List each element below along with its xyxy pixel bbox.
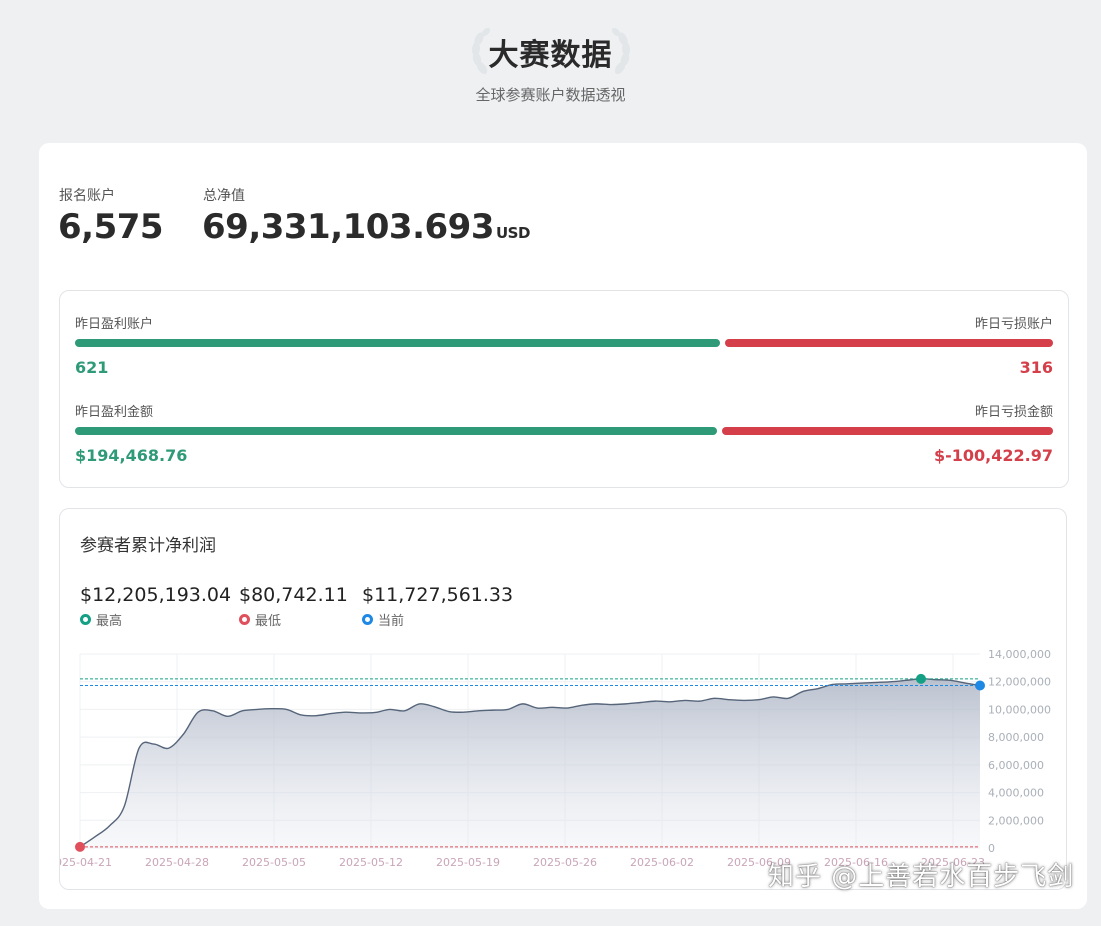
accounts-value: 6,575 xyxy=(58,207,164,247)
y-tick-label: 14,000,000 xyxy=(988,648,1051,661)
profit-amount-label: 昨日盈利金额 xyxy=(75,405,154,420)
y-tick-label: 0 xyxy=(988,842,995,855)
y-tick-label: 10,000,000 xyxy=(988,703,1051,716)
profit-loss-panel: 昨日盈利账户 昨日亏损账户 621 316 昨日盈利金额 昨日亏损金额 $194… xyxy=(59,290,1069,488)
x-tick-label: 2025-05-26 xyxy=(533,856,597,869)
page-subtitle: 全球参赛账户数据透视 xyxy=(475,86,626,104)
watermark: 知乎 @上善若水百步飞剑 xyxy=(768,862,1075,892)
profit-accounts-bar xyxy=(75,339,720,347)
profit-area-fill xyxy=(80,678,980,848)
equity-value-wrap: 69,331,103.693 USD xyxy=(202,207,530,247)
max-point-marker xyxy=(915,673,926,684)
accounts-label: 报名账户 xyxy=(59,188,115,204)
loss-accounts-label: 昨日亏损账户 xyxy=(974,317,1053,332)
loss-accounts-count: 316 xyxy=(1019,358,1053,377)
min-point-marker xyxy=(75,841,85,852)
x-tick-label: 2025-05-19 xyxy=(436,856,500,869)
profit-amount-value: $194,468.76 xyxy=(75,446,188,465)
loss-amount-label: 昨日亏损金额 xyxy=(974,405,1053,420)
y-tick-label: 4,000,000 xyxy=(988,787,1044,800)
equity-value: 69,331,103.693 xyxy=(202,207,494,247)
y-tick-label: 12,000,000 xyxy=(988,676,1051,689)
profit-amount-bar xyxy=(75,427,717,435)
loss-amount-bar xyxy=(722,427,1053,435)
x-tick-label: 2025-04-28 xyxy=(145,856,209,869)
competition-data-card: 报名账户 6,575 总净值 69,331,103.693 USD 昨日盈利账户 … xyxy=(39,143,1087,909)
cumulative-profit-chart[interactable]: 14,000,000 12,000,000 10,000,000 8,000,000 6… xyxy=(60,509,1068,891)
y-tick-label: 8,000,000 xyxy=(988,731,1044,744)
page-header: 大赛数据 全球参赛账户数据透视 xyxy=(0,0,1101,140)
x-tick-label: 2025-05-05 xyxy=(242,856,306,869)
x-tick-label: 2025-04-21 xyxy=(60,856,112,869)
cumulative-profit-panel: 参赛者累计净利润 $12,205,193.04 最高 $80,742.11 最低… xyxy=(59,508,1067,890)
loss-amount-value: $-100,422.97 xyxy=(934,446,1053,465)
profit-accounts-label: 昨日盈利账户 xyxy=(75,317,154,332)
page-title: 大赛数据 xyxy=(488,38,613,73)
loss-accounts-bar xyxy=(725,339,1053,347)
equity-label: 总净值 xyxy=(203,188,245,204)
x-tick-label: 2025-05-12 xyxy=(339,856,403,869)
equity-unit: USD xyxy=(495,224,530,242)
y-tick-label: 6,000,000 xyxy=(988,759,1044,772)
y-tick-label: 2,000,000 xyxy=(988,814,1044,827)
current-point-marker xyxy=(975,680,985,691)
profit-accounts-count: 621 xyxy=(75,358,109,377)
x-tick-label: 2025-06-02 xyxy=(630,856,694,869)
